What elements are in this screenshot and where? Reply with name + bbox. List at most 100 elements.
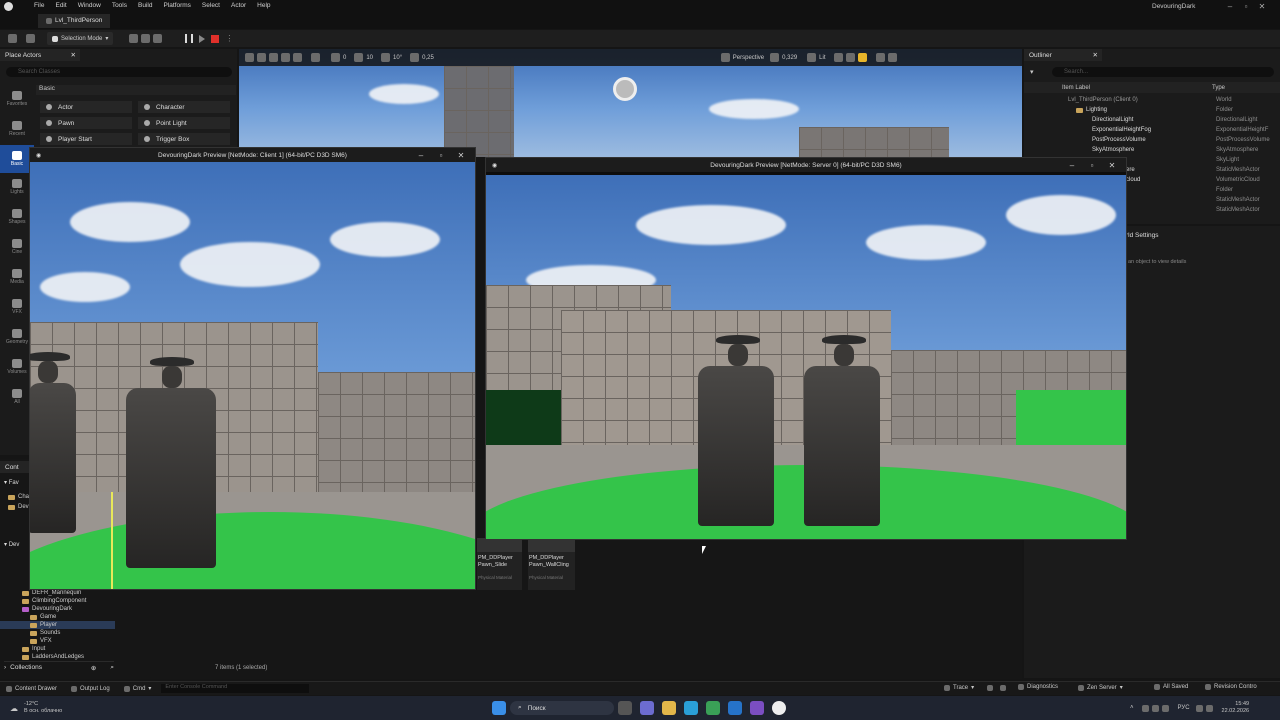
- editor-viewport[interactable]: 0 10 10° 0,25 Perspective 0,329 Lit: [239, 49, 1022, 157]
- scale-snap-value[interactable]: 0,25: [422, 55, 434, 61]
- search-icon[interactable]: ⌕: [110, 664, 114, 672]
- play-icon[interactable]: [199, 34, 206, 43]
- close-icon[interactable]: ✕: [1102, 161, 1122, 170]
- lit-button[interactable]: Lit: [819, 55, 825, 61]
- selection-mode-button[interactable]: Selection Mode ▾: [47, 32, 114, 45]
- directional-light-gizmo-icon[interactable]: [613, 77, 637, 101]
- outliner-search-input[interactable]: Search...: [1052, 67, 1274, 77]
- start-icon[interactable]: [492, 701, 506, 715]
- dev-header[interactable]: ▾ Dev: [4, 541, 19, 548]
- menu-select[interactable]: Select: [202, 2, 220, 9]
- menu-tools[interactable]: Tools: [112, 2, 127, 9]
- language-indicator[interactable]: РУС: [1178, 705, 1190, 711]
- settings-icon[interactable]: [875, 53, 885, 62]
- tree-item[interactable]: DEFR_Mannequin: [0, 589, 115, 597]
- edge-icon[interactable]: [684, 701, 698, 715]
- weather-widget[interactable]: -12°C В осн. облачно: [24, 701, 62, 715]
- save-icon[interactable]: [8, 34, 17, 43]
- outliner-row[interactable]: ExponentialHeightFog ExponentialHeightF: [1024, 125, 1280, 135]
- blueprint-icon[interactable]: [141, 34, 151, 43]
- pause-icon[interactable]: [185, 34, 194, 43]
- stop-icon[interactable]: [211, 34, 220, 43]
- more-options-icon[interactable]: ⋮: [225, 34, 233, 43]
- server-window-titlebar[interactable]: ◉ DevouringDark Preview [NetMode: Server…: [486, 158, 1126, 172]
- tree-item-selected[interactable]: Player: [0, 621, 115, 629]
- menu-actor[interactable]: Actor: [231, 2, 246, 9]
- content-icon[interactable]: [26, 34, 35, 43]
- menu-help[interactable]: Help: [257, 2, 270, 9]
- cinematics-icon[interactable]: [153, 34, 163, 43]
- all-saved-button[interactable]: All Saved: [1154, 684, 1188, 690]
- surface-snap-icon[interactable]: [331, 53, 340, 62]
- client-preview-window[interactable]: ◉ DevouringDark Preview [NetMode: Client…: [29, 147, 476, 590]
- rotation-snap-value[interactable]: 10°: [393, 55, 402, 61]
- menu-platforms[interactable]: Platforms: [163, 2, 190, 9]
- file-explorer-icon[interactable]: [662, 701, 676, 715]
- outliner-row[interactable]: PostProcessVolume PostProcessVolume: [1024, 135, 1280, 145]
- add-actor-icon[interactable]: [129, 34, 139, 43]
- asset-tile[interactable]: PM_DDPlayer Pawn_WallCling Physical Mate…: [528, 538, 575, 590]
- volume-icon[interactable]: [1205, 704, 1213, 712]
- client-scene[interactable]: [30, 162, 475, 589]
- store-icon[interactable]: [706, 701, 720, 715]
- output-log-button[interactable]: Output Log: [71, 685, 110, 692]
- mail-icon[interactable]: [728, 701, 742, 715]
- camera-icon[interactable]: [1000, 685, 1006, 691]
- globe-icon[interactable]: [311, 53, 320, 62]
- maximize-icon[interactable]: ▫: [1082, 161, 1102, 170]
- rotation-snap-icon[interactable]: [381, 53, 391, 62]
- layout-icon[interactable]: [887, 53, 897, 62]
- tree-item[interactable]: LaddersAndLedges: [0, 653, 115, 661]
- tray-app-icon[interactable]: [1161, 704, 1169, 712]
- tree-item[interactable]: Game: [0, 613, 115, 621]
- taskbar-search[interactable]: ⌕ Поиск: [510, 701, 614, 715]
- add-collection-icon[interactable]: ⊕: [91, 664, 96, 672]
- rotate-tool-icon[interactable]: [281, 53, 290, 62]
- trace-button[interactable]: Trace ▾: [944, 684, 974, 691]
- surface-snap-value[interactable]: 0: [343, 55, 346, 61]
- unreal-editor-icon[interactable]: [772, 701, 786, 715]
- minimize-icon[interactable]: –: [1062, 161, 1082, 170]
- filter-icon[interactable]: ▾: [1030, 68, 1034, 76]
- outliner-tab[interactable]: Outliner ✕: [1024, 49, 1102, 61]
- console-input[interactable]: Enter Console Command: [161, 684, 310, 693]
- maximize-icon[interactable]: ▫: [431, 151, 451, 160]
- pawn-item[interactable]: Pawn: [40, 117, 132, 129]
- task-view-icon[interactable]: [618, 701, 632, 715]
- category-favorites[interactable]: Favorites: [0, 85, 34, 115]
- show-icon[interactable]: [833, 53, 843, 62]
- category-recent[interactable]: Recent: [0, 115, 34, 145]
- content-drawer-button[interactable]: Content Drawer: [6, 685, 57, 692]
- menu-file[interactable]: File: [34, 2, 44, 9]
- level-tab[interactable]: Lvl_ThirdPerson: [38, 13, 111, 28]
- fav-item[interactable]: Cha: [8, 493, 29, 501]
- tray-chevron-icon[interactable]: ˄: [1130, 705, 1134, 711]
- grid-snap-value[interactable]: 10: [366, 55, 373, 61]
- server-preview-window[interactable]: ◉ DevouringDark Preview [NetMode: Server…: [485, 157, 1127, 540]
- world-settings-tab[interactable]: rld Settings: [1126, 232, 1159, 239]
- collections-header[interactable]: › Collections ⊕ ⌕: [4, 661, 114, 673]
- menu-edit[interactable]: Edit: [55, 2, 66, 9]
- tree-item[interactable]: Sounds: [0, 629, 115, 637]
- client-window-titlebar[interactable]: ◉ DevouringDark Preview [NetMode: Client…: [30, 148, 475, 162]
- actor-item[interactable]: Actor: [40, 101, 132, 113]
- close-icon[interactable]: ✕: [1254, 2, 1270, 11]
- outliner-row[interactable]: Lighting Folder: [1024, 105, 1280, 115]
- point-light-item[interactable]: Point Light: [138, 117, 230, 129]
- revision-control-button[interactable]: Revision Contro: [1205, 684, 1257, 690]
- maximize-icon[interactable]: ▫: [1238, 2, 1254, 11]
- tree-item[interactable]: VFX: [0, 637, 115, 645]
- brush-icon[interactable]: [845, 53, 855, 62]
- zen-server-button[interactable]: Zen Server ▾: [1078, 684, 1123, 691]
- type-column[interactable]: Type: [1212, 85, 1225, 91]
- item-label-column[interactable]: Item Label: [1062, 85, 1090, 91]
- minimize-icon[interactable]: –: [411, 151, 431, 160]
- scale-tool-icon[interactable]: [293, 53, 302, 62]
- app-icon[interactable]: [640, 701, 654, 715]
- asset-tile[interactable]: PM_DDPlayer Pawn_Slide Physical Material: [477, 538, 522, 590]
- close-tab-icon[interactable]: ✕: [71, 51, 76, 59]
- outliner-row[interactable]: SkyAtmosphere SkyAtmosphere: [1024, 145, 1280, 155]
- cmd-dropdown[interactable]: Cmd ▾: [123, 685, 151, 692]
- player-start-item[interactable]: Player Start: [40, 133, 132, 145]
- realtime-icon[interactable]: [857, 53, 867, 62]
